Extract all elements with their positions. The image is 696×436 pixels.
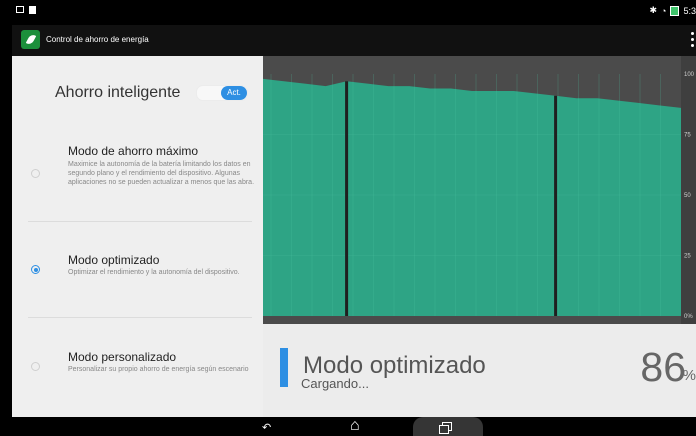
battery-history-svg: 100 75 50 25 0% [263, 56, 696, 324]
y-axis-strip [681, 56, 696, 324]
battery-summary: Modo optimizado Cargando... 86 % [263, 324, 696, 417]
status-icons: ✱ ◔ 5:3 [650, 5, 696, 16]
mode-description: Personalizar su propio ahorro de energía… [68, 366, 249, 373]
notification-icons [16, 6, 36, 14]
mode-option-optimized[interactable]: Modo optimizado Optimizar el rendimiento… [12, 234, 252, 317]
battery-saver-screen: ✱ ◔ 5:3 Control de ahorro de energía Aho… [12, 0, 696, 436]
mode-divider [28, 317, 252, 318]
smart-saving-toggle-label: Act. [221, 86, 247, 100]
mode-description: Optimizar el rendimiento y la autonomía … [68, 269, 240, 276]
mode-title: Modo optimizado [68, 253, 160, 267]
status-bar: ✱ ◔ 5:3 [12, 0, 696, 25]
mode-title: Modo de ahorro máximo [68, 144, 199, 158]
more-options-icon[interactable] [691, 32, 694, 47]
battery-percentage-unit: % [682, 367, 696, 384]
navigation-bar: ↶ ⌂ [12, 417, 696, 436]
back-icon[interactable]: ↶ [262, 421, 271, 434]
mode-option-radio[interactable] [31, 169, 40, 178]
battery-icon [670, 5, 680, 16]
y-axis-tick-label: 75 [684, 133, 691, 139]
y-axis-tick-label: 100 [684, 72, 695, 78]
bluetooth-icon: ✱ [649, 5, 658, 15]
charging-status: Cargando... [301, 376, 369, 391]
mode-divider [28, 221, 252, 222]
wifi-icon: ◔ [661, 5, 667, 16]
home-icon[interactable]: ⌂ [350, 417, 360, 435]
app-header: Control de ahorro de energía [12, 25, 696, 56]
clock: 5:3 [683, 5, 696, 16]
power-saver-leaf-icon [21, 30, 40, 49]
y-axis-tick-label: 25 [684, 254, 691, 260]
mode-option-custom[interactable]: Modo personalizado Personalizar su propi… [12, 332, 252, 412]
mode-title: Modo personalizado [68, 350, 177, 364]
mode-option-max-saving[interactable]: Modo de ahorro máximo Maximice la autono… [12, 137, 254, 221]
app-title: Control de ahorro de energía [46, 35, 149, 44]
smart-saving-toggle[interactable]: Act. [196, 85, 248, 101]
mode-settings-panel: Ahorro inteligente Act. Modo de ahorro m… [12, 56, 263, 417]
battery-percentage: 86 [640, 344, 686, 390]
recent-apps-icon[interactable] [439, 422, 452, 434]
mode-option-radio-selected[interactable] [31, 265, 40, 274]
active-mode-accent [280, 348, 288, 387]
y-axis-tick-label: 0% [684, 314, 693, 320]
battery-history-chart: 100 75 50 25 0% [263, 56, 696, 324]
mode-description: Maximice la autonomía de la batería limi… [68, 161, 255, 186]
y-axis-tick-label: 50 [684, 193, 691, 199]
screenshot-notification-icon [16, 6, 24, 13]
app-notification-icon [29, 6, 36, 14]
smart-saving-label: Ahorro inteligente [55, 84, 181, 101]
mode-option-radio[interactable] [31, 362, 40, 371]
battery-area-series [263, 78, 681, 316]
